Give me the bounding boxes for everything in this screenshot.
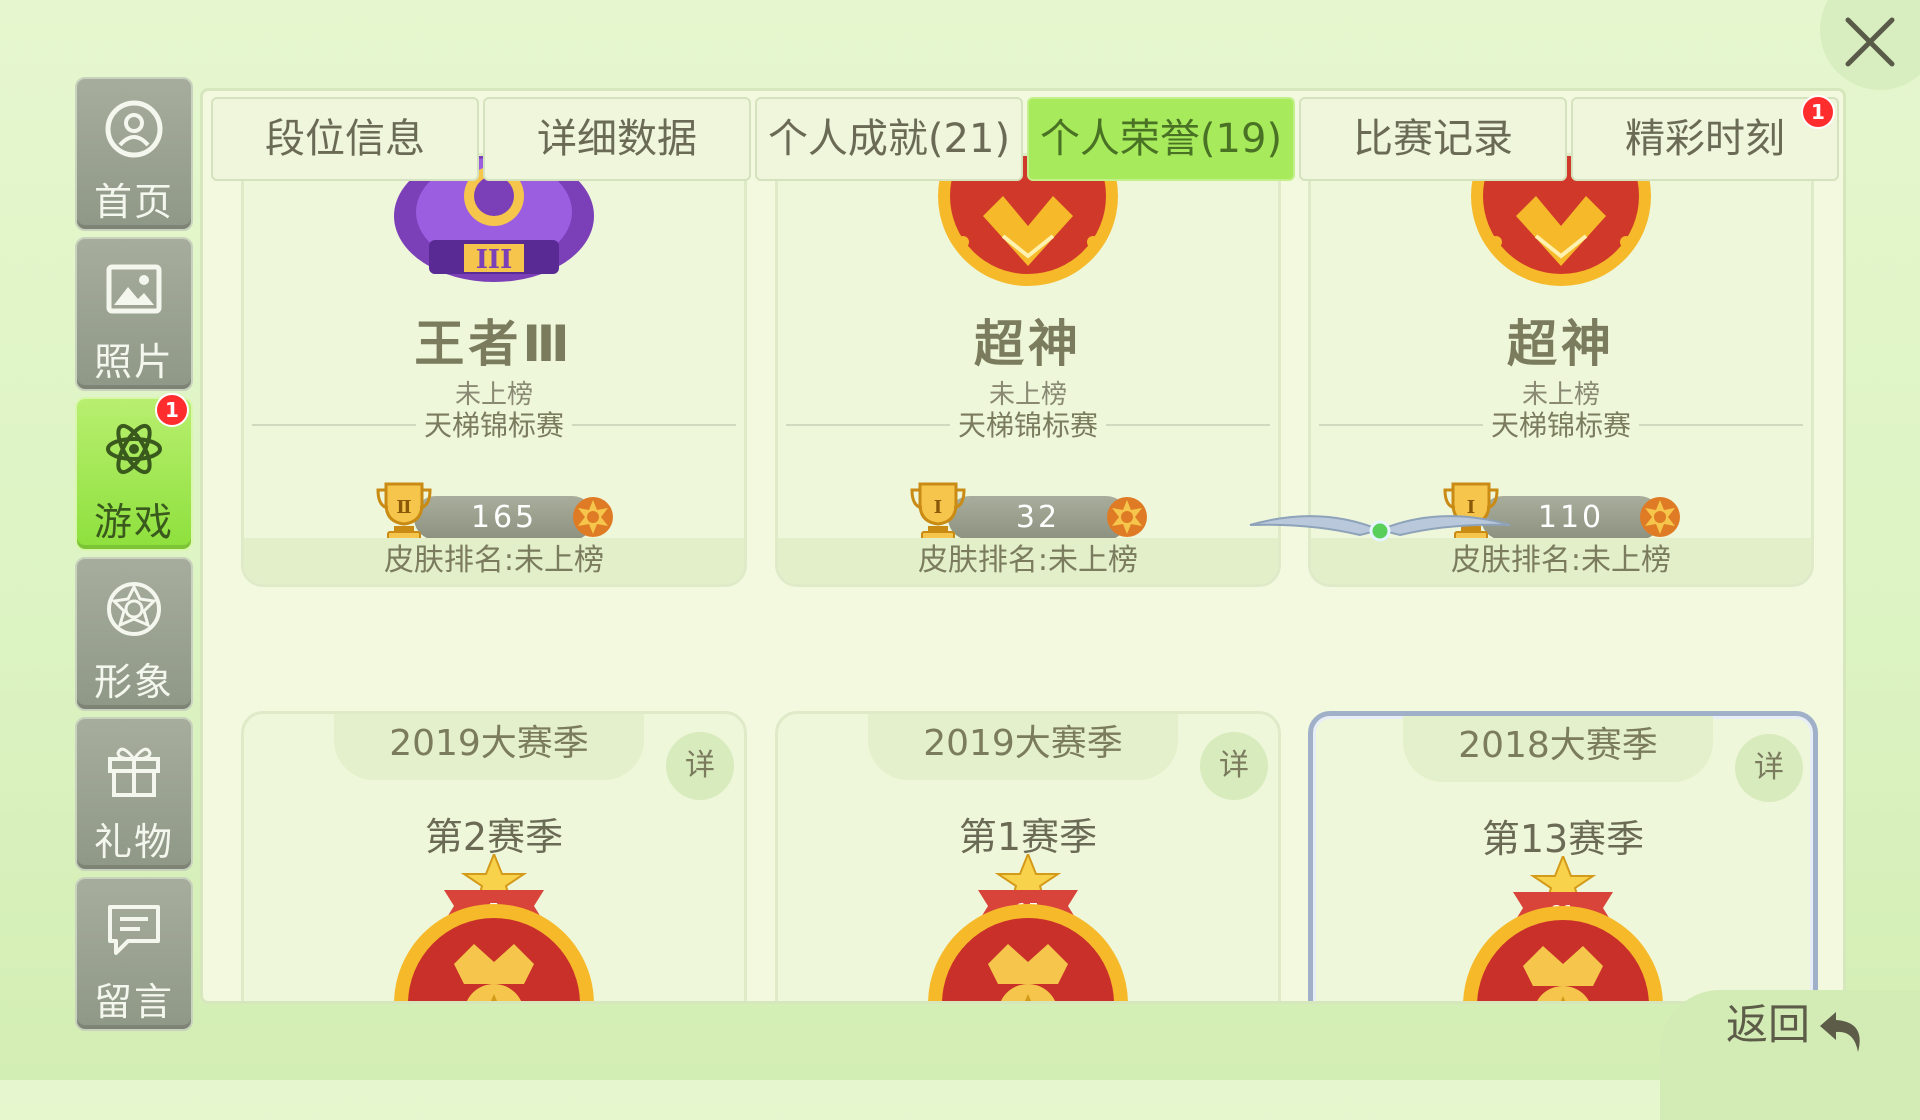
svg-text:III: III (476, 245, 513, 275)
back-label: 返回 (1725, 1000, 1810, 1049)
photo-icon (106, 264, 162, 314)
sidebar-item-label: 留言 (93, 980, 174, 1024)
sidebar-item-home[interactable]: 首页 (75, 77, 193, 231)
rank-card[interactable]: 超神 未上榜 天梯锦标赛 32 Ⅰ 皮肤排名:未上榜 (775, 153, 1281, 587)
sidebar-item-label: 照片 (93, 340, 174, 384)
sidebar-item-messages[interactable]: 留言 (75, 877, 193, 1031)
season-card[interactable]: 2019大赛季 详 第2赛季 5 (241, 711, 747, 1001)
detail-button[interactable]: 详 (666, 732, 734, 800)
season-year-label: 2018大赛季 (1403, 716, 1713, 782)
sidebar-item-photos[interactable]: 照片 (75, 237, 193, 391)
wing-ornament-icon (1249, 515, 1511, 542)
tab-highlights[interactable]: 精彩时刻 1 (1571, 95, 1839, 181)
tab-honors[interactable]: 个人荣誉(19) (1027, 97, 1295, 181)
event-name-text: 天梯锦标赛 (415, 409, 572, 442)
season-medal-icon: 15 (928, 854, 1128, 1001)
tab-bar: 段位信息 详细数据 个人成就(21) 个人荣誉(19) 比赛记录 精彩时刻 1 (211, 95, 1839, 181)
badge-gear-icon (1640, 497, 1680, 537)
sidebar-item-label: 游戏 (93, 500, 174, 544)
event-name-text: 天梯锦标赛 (1482, 409, 1639, 442)
sidebar-item-label: 形象 (93, 660, 174, 704)
season-name: 第1赛季 (958, 815, 1098, 859)
season-name: 第2赛季 (424, 815, 564, 859)
sidebar-item-label: 首页 (93, 180, 174, 224)
trophy-icon: Ⅰ (910, 482, 966, 541)
score-pill: 165 (414, 496, 594, 540)
sidebar-item-label: 礼物 (93, 820, 174, 864)
tab-label: 精彩时刻 (1625, 116, 1785, 162)
event-name: 天梯锦标赛 (1311, 404, 1811, 444)
sidebar: 首页 照片 游戏 1 形象 礼物 留言 (75, 77, 193, 1037)
season-card-highlighted[interactable]: 2018大赛季 详 第13赛季 21 (1308, 711, 1818, 1001)
tab-achievements[interactable]: 个人成就(21) (755, 97, 1023, 181)
score-pill: 32 (948, 496, 1128, 540)
season-year-label: 2019大赛季 (334, 714, 644, 780)
gift-icon (108, 747, 160, 797)
trophy-tier: Ⅰ (934, 497, 942, 518)
profile-icon (105, 100, 163, 158)
back-arrow-icon (1820, 1012, 1860, 1052)
season-year-label: 2019大赛季 (868, 714, 1178, 780)
close-icon (1845, 17, 1895, 67)
season-medal-icon: 5 (394, 854, 594, 1001)
rank-name: 王者Ⅲ (414, 315, 574, 373)
honor-panel: III 王者Ⅲ 未上榜 天梯锦标赛 165 Ⅱ 皮肤排名:未上榜 超神 未上榜 … (200, 88, 1846, 1004)
season-card[interactable]: 2019大赛季 详 第1赛季 15 (775, 711, 1281, 1001)
trophy-tier: Ⅱ (396, 497, 411, 518)
season-medal-icon: 21 (1463, 856, 1663, 1001)
badge-gear-icon (573, 497, 613, 537)
avatar-frame-icon (107, 582, 161, 636)
message-icon (108, 905, 160, 955)
trophy-icon: Ⅱ (376, 482, 432, 541)
sidebar-item-games[interactable]: 游戏 1 (75, 393, 193, 551)
close-button[interactable] (1820, 0, 1920, 90)
sidebar-item-gifts[interactable]: 礼物 (75, 717, 193, 871)
notification-badge: 1 (155, 393, 189, 427)
tab-rank-info[interactable]: 段位信息 (211, 97, 479, 181)
season-name: 第13赛季 (1481, 817, 1645, 861)
tab-detailed-stats[interactable]: 详细数据 (483, 97, 751, 181)
event-name-text: 天梯锦标赛 (949, 409, 1106, 442)
skin-rank: 皮肤排名:未上榜 (244, 538, 744, 584)
detail-button[interactable]: 详 (1200, 732, 1268, 800)
detail-button[interactable]: 详 (1735, 734, 1803, 802)
event-name: 天梯锦标赛 (778, 404, 1278, 444)
honor-grid: III 王者Ⅲ 未上榜 天梯锦标赛 165 Ⅱ 皮肤排名:未上榜 超神 未上榜 … (203, 153, 1843, 1001)
sidebar-item-appearance[interactable]: 形象 (75, 557, 193, 711)
notification-badge: 1 (1801, 95, 1835, 129)
event-name: 天梯锦标赛 (244, 404, 744, 444)
rank-name: 超神 (974, 315, 1082, 373)
badge-gear-icon (1107, 497, 1147, 537)
atom-icon (106, 423, 162, 475)
rank-card[interactable]: III 王者Ⅲ 未上榜 天梯锦标赛 165 Ⅱ 皮肤排名:未上榜 (241, 153, 747, 587)
tab-match-history[interactable]: 比赛记录 (1299, 97, 1567, 181)
rank-name: 超神 (1507, 315, 1615, 373)
skin-rank: 皮肤排名:未上榜 (778, 538, 1278, 584)
